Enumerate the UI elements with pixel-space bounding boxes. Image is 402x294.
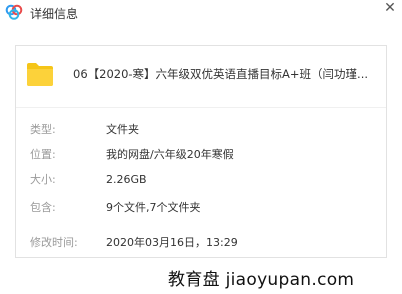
property-row-size: 大小: 2.26GB: [16, 170, 388, 190]
property-label: 位置:: [30, 148, 56, 161]
property-row-location: 位置: 我的网盘/六年级20年寒假: [16, 145, 388, 165]
property-row-type: 类型: 文件夹: [16, 120, 388, 140]
folder-icon: [26, 61, 54, 87]
property-row-modified: 修改时间: 2020年03月16日，13:29: [16, 233, 388, 253]
property-row-contains: 包含: 9个文件,7个文件夹: [16, 198, 388, 218]
property-value: 9个文件,7个文件夹: [106, 201, 201, 214]
property-value: 2.26GB: [106, 173, 147, 186]
property-value: 我的网盘/六年级20年寒假: [106, 148, 234, 161]
property-label: 大小:: [30, 173, 56, 186]
file-header: 06【2020-寒】六年级双优英语直播目标A+班（闫功瑾...: [16, 46, 388, 106]
property-label: 类型:: [30, 123, 56, 136]
property-label: 修改时间:: [30, 236, 78, 249]
divider: [16, 107, 386, 108]
dialog-title: 详细信息: [30, 7, 79, 21]
file-details-card: 06【2020-寒】六年级双优英语直播目标A+班（闫功瑾... 类型: 文件夹 …: [15, 45, 387, 258]
details-dialog: 详细信息 ✕ 06【2020-寒】六年级双优英语直播目标A+班（闫功瑾... 类…: [0, 0, 402, 294]
file-name: 06【2020-寒】六年级双优英语直播目标A+班（闫功瑾...: [73, 67, 369, 81]
title-bar: 详细信息 ✕: [0, 0, 402, 26]
property-value: 文件夹: [106, 123, 139, 136]
close-icon[interactable]: ✕: [381, 0, 399, 16]
property-value: 2020年03月16日，13:29: [106, 236, 238, 249]
baidu-netdisk-logo-icon: [5, 4, 23, 20]
property-label: 包含:: [30, 201, 56, 214]
watermark: 教育盘 jiaoyupan.com: [168, 270, 355, 290]
